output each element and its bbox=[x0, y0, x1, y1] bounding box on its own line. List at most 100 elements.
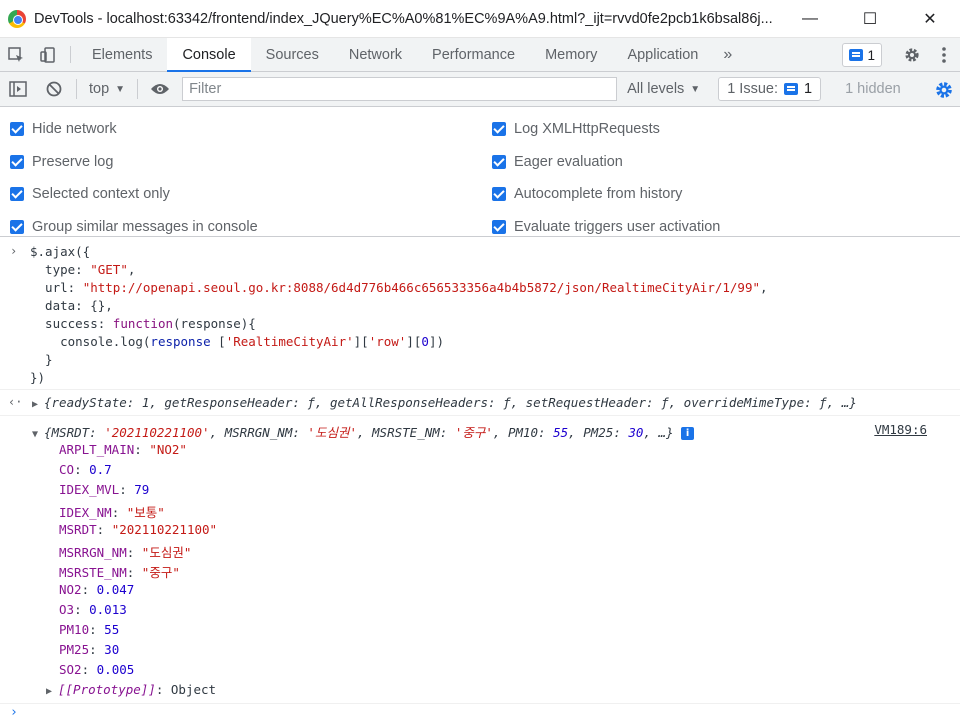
setting-label: Log XMLHttpRequests bbox=[514, 121, 660, 137]
collapse-triangle-icon[interactable]: ▼ bbox=[32, 429, 44, 440]
divider bbox=[137, 79, 139, 99]
property-key: SO2 bbox=[59, 662, 82, 677]
checkbox-checked[interactable] bbox=[492, 220, 506, 234]
code-string: "GET" bbox=[90, 262, 128, 277]
issues-button[interactable]: 1 Issue: 1 bbox=[718, 77, 822, 101]
setting-evaluate-triggers[interactable]: Evaluate triggers user activation bbox=[492, 219, 720, 235]
setting-preserve-log[interactable]: Preserve log bbox=[10, 154, 113, 170]
property-value: 0.013 bbox=[89, 602, 127, 617]
setting-autocomplete-history[interactable]: Autocomplete from history bbox=[492, 186, 682, 202]
code-text: [ bbox=[210, 334, 226, 349]
checkbox-checked[interactable] bbox=[10, 122, 24, 136]
divider bbox=[76, 79, 77, 99]
property-value: "도심권" bbox=[141, 545, 192, 560]
maximize-button[interactable]: ☐ bbox=[840, 0, 900, 38]
ajax-result-line[interactable]: ▶ {readyState: 1, getResponseHeader: ƒ, g… bbox=[32, 395, 960, 410]
tab-application[interactable]: Application bbox=[612, 38, 713, 71]
code-line: } bbox=[30, 352, 960, 367]
source-link[interactable]: VM189:6 bbox=[874, 422, 927, 437]
tab-sources[interactable]: Sources bbox=[251, 38, 334, 71]
input-chevron-icon: › bbox=[10, 244, 18, 258]
object-property-row: MSRRGN_NM: "도심권" bbox=[59, 542, 960, 561]
checkbox-checked[interactable] bbox=[492, 155, 506, 169]
message-icon bbox=[849, 49, 864, 61]
object-property-row: SO2: 0.005 bbox=[59, 662, 960, 677]
checkbox-checked[interactable] bbox=[492, 122, 506, 136]
expand-triangle-icon[interactable]: ▶ bbox=[32, 399, 44, 410]
setting-group-similar[interactable]: Group similar messages in console bbox=[10, 219, 258, 235]
code-string: "http://openapi.seoul.go.kr:8088/6d4d776… bbox=[82, 280, 760, 295]
colon: : bbox=[74, 602, 90, 617]
object-property-row: IDEX_MVL: 79 bbox=[59, 482, 960, 497]
preview-key: , MSRSTE_NM: bbox=[356, 425, 455, 440]
info-icon[interactable]: i bbox=[681, 427, 695, 440]
property-value: 79 bbox=[134, 482, 150, 497]
inspect-element-icon[interactable] bbox=[0, 38, 32, 71]
tab-performance[interactable]: Performance bbox=[417, 38, 530, 71]
setting-label: Group similar messages in console bbox=[32, 219, 258, 235]
colon: : bbox=[134, 442, 150, 457]
dropdown-arrow-icon: ▼ bbox=[690, 83, 701, 95]
log-object-summary[interactable]: ▼ {MSRDT: '202110221100', MSRRGN_NM: '도심권… bbox=[32, 422, 960, 441]
tab-console[interactable]: Console bbox=[167, 38, 251, 72]
sidebar-toggle-icon[interactable] bbox=[0, 72, 36, 107]
property-key: IDEX_MVL bbox=[59, 482, 120, 497]
prototype-row[interactable]: ▶ [[Prototype]]: Object bbox=[46, 682, 960, 697]
filter-input[interactable]: Filter bbox=[182, 77, 618, 101]
console-settings-panel: Hide network Preserve log Selected conte… bbox=[0, 107, 960, 237]
close-button[interactable]: ✕ bbox=[900, 0, 960, 38]
console-toolbar: top ▼ Filter All levels ▼ 1 Issue: 1 1 h… bbox=[0, 72, 960, 107]
tab-elements[interactable]: Elements bbox=[77, 38, 167, 71]
object-property-row: ARPLT_MAIN: "NO2" bbox=[59, 442, 960, 457]
context-selector[interactable]: top ▼ bbox=[81, 81, 133, 97]
clear-console-icon[interactable] bbox=[36, 72, 72, 107]
code-line: success: function(response){ bbox=[30, 316, 960, 331]
colon: : bbox=[96, 522, 112, 537]
checkbox-checked[interactable] bbox=[10, 187, 24, 201]
messages-button[interactable]: 1 bbox=[842, 43, 882, 67]
result-arrow-icon: ‹· bbox=[8, 395, 23, 409]
context-label: top bbox=[89, 81, 110, 97]
console-output[interactable]: › $.ajax({ type: "GET", url: "http://ope… bbox=[0, 237, 960, 728]
settings-gear-icon[interactable] bbox=[896, 46, 928, 64]
setting-selected-context-only[interactable]: Selected context only bbox=[10, 186, 170, 202]
setting-eager-evaluation[interactable]: Eager evaluation bbox=[492, 154, 623, 170]
checkbox-checked[interactable] bbox=[492, 187, 506, 201]
preview-key: , MSRRGN_NM: bbox=[209, 425, 308, 440]
setting-label: Preserve log bbox=[32, 154, 114, 170]
minimize-button[interactable]: — bbox=[780, 0, 840, 38]
setting-hide-network[interactable]: Hide network bbox=[10, 121, 117, 137]
log-levels-label: All levels bbox=[627, 81, 685, 97]
code-keyword: function bbox=[112, 316, 174, 331]
checkbox-checked[interactable] bbox=[10, 155, 24, 169]
property-key: MSRSTE_NM bbox=[59, 565, 127, 580]
colon: : bbox=[89, 642, 105, 657]
hidden-count: 1 hidden bbox=[845, 81, 901, 97]
object-preview: {MSRDT: '202110221100', MSRRGN_NM: '도심권'… bbox=[44, 425, 674, 440]
kebab-menu-icon[interactable] bbox=[928, 46, 960, 64]
console-settings-gear-icon[interactable] bbox=[934, 80, 954, 100]
property-key: ARPLT_MAIN bbox=[59, 442, 135, 457]
devtools-tabbar: Elements Console Sources Network Perform… bbox=[0, 38, 960, 72]
console-prompt-icon[interactable]: › bbox=[10, 705, 18, 720]
log-levels-dropdown[interactable]: All levels ▼ bbox=[627, 81, 700, 97]
property-key: MSRRGN_NM bbox=[59, 545, 127, 560]
live-expression-eye-icon[interactable] bbox=[142, 72, 178, 107]
code-text: console.log( bbox=[30, 334, 151, 349]
property-value: "NO2" bbox=[149, 442, 187, 457]
code-text: } bbox=[30, 352, 53, 367]
tab-network[interactable]: Network bbox=[334, 38, 417, 71]
tab-memory[interactable]: Memory bbox=[530, 38, 612, 71]
more-tabs-button[interactable]: » bbox=[713, 38, 742, 71]
preview-number: 55 bbox=[553, 425, 569, 440]
setting-log-xhr[interactable]: Log XMLHttpRequests bbox=[492, 121, 660, 137]
code-text: (response){ bbox=[173, 316, 256, 331]
preview-number: 30 bbox=[628, 425, 644, 440]
divider bbox=[0, 415, 960, 416]
chrome-logo-icon bbox=[8, 9, 26, 28]
code-string: 'RealtimeCityAir' bbox=[225, 334, 354, 349]
checkbox-checked[interactable] bbox=[10, 220, 24, 234]
expand-triangle-icon[interactable]: ▶ bbox=[46, 686, 58, 697]
property-value: 55 bbox=[104, 622, 120, 637]
device-toolbar-icon[interactable] bbox=[32, 38, 64, 71]
